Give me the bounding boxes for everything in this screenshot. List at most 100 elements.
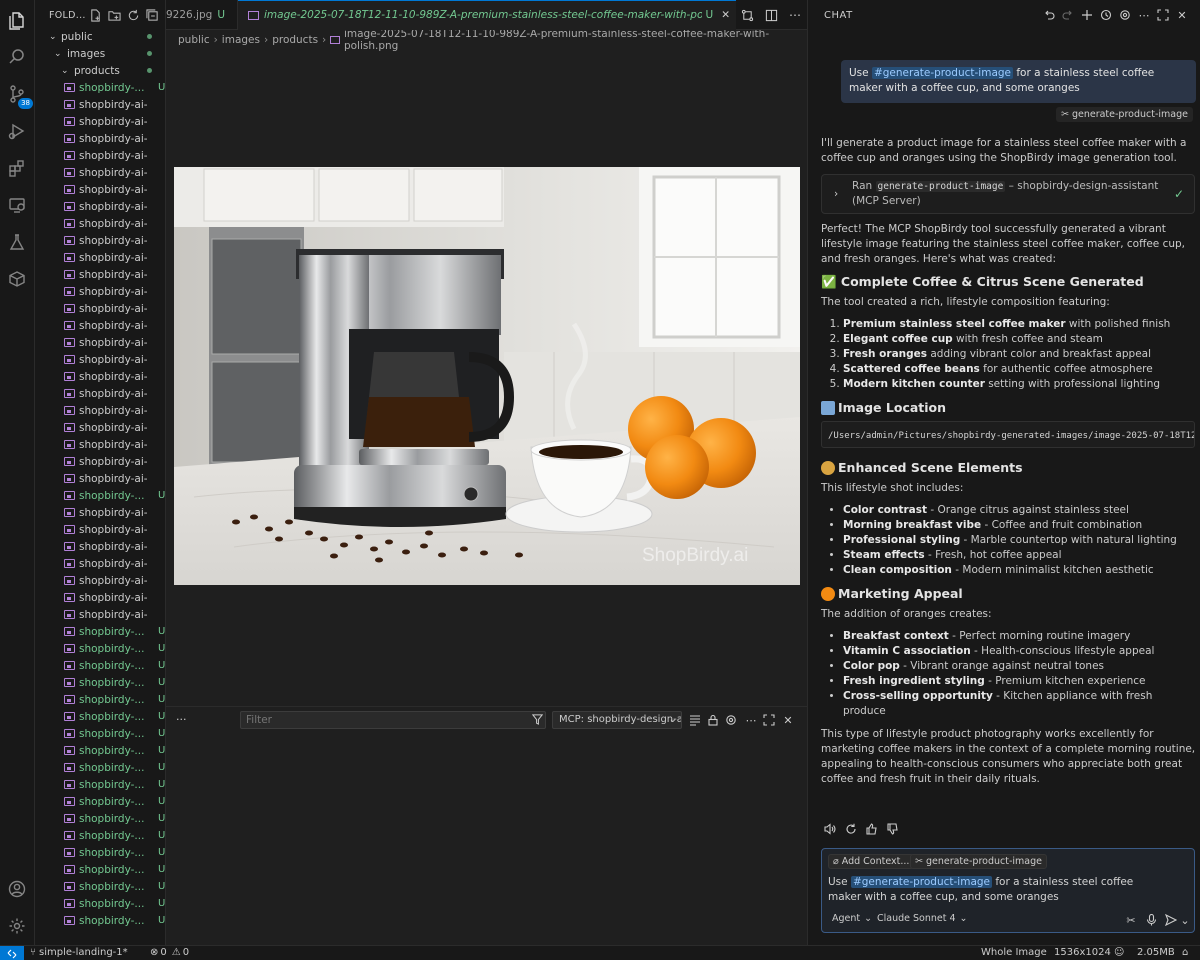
refresh-icon[interactable] <box>125 7 141 23</box>
redo-icon[interactable] <box>1060 7 1076 23</box>
lock-icon[interactable] <box>706 713 720 727</box>
folder-public[interactable]: ⌄ public <box>35 28 165 45</box>
file-item[interactable]: shopbirdy-ai-pr... <box>35 538 165 555</box>
file-item[interactable]: shopbirdy-... U <box>35 623 165 640</box>
file-item[interactable]: shopbirdy-ai-pr... <box>35 521 165 538</box>
tab-active-image[interactable]: image-2025-07-18T12-11-10-989Z-A-premium… <box>238 0 736 30</box>
gear-icon[interactable] <box>1117 7 1133 23</box>
tab-previous-image[interactable]: 9226.jpg U <box>166 0 238 30</box>
file-item[interactable]: shopbirdy-... U <box>35 810 165 827</box>
more-actions-icon[interactable]: ⋯ <box>744 713 758 727</box>
file-item[interactable]: shopbirdy-ai-pr... <box>35 215 165 232</box>
tool-reference[interactable]: #generate-product-image <box>871 67 1014 79</box>
filter-input[interactable] <box>240 711 546 729</box>
containers-icon[interactable] <box>5 267 29 291</box>
breadcrumb-item[interactable]: public <box>178 34 210 46</box>
extensions-icon[interactable] <box>5 156 29 180</box>
breadcrumb-item[interactable]: images <box>222 34 260 46</box>
run-debug-icon[interactable] <box>5 119 29 143</box>
file-item[interactable]: shopbirdy-... U <box>35 844 165 861</box>
file-item[interactable]: shopbirdy-... U <box>35 640 165 657</box>
file-item[interactable]: shopbirdy-... U <box>35 759 165 776</box>
new-chat-icon[interactable] <box>1079 7 1095 23</box>
folder-images[interactable]: ⌄ images <box>35 45 165 62</box>
speaker-icon[interactable] <box>823 822 837 836</box>
file-item[interactable]: shopbirdy-... U <box>35 895 165 912</box>
collapse-all-icon[interactable] <box>144 7 160 23</box>
close-icon[interactable]: ✕ <box>721 9 730 21</box>
file-item[interactable]: shopbirdy-ai-pr... <box>35 606 165 623</box>
thumbs-up-icon[interactable] <box>865 822 879 836</box>
file-item[interactable]: shopbirdy-ai-pr... <box>35 113 165 130</box>
file-item[interactable]: shopbirdy-... U <box>35 742 165 759</box>
close-icon[interactable]: ✕ <box>781 713 795 727</box>
file-item[interactable]: shopbirdy-ai-pr... <box>35 402 165 419</box>
chat-input-box[interactable]: ⌀ Add Context... ✂ generate-product-imag… <box>821 848 1195 933</box>
testing-icon[interactable] <box>5 230 29 254</box>
file-item[interactable]: shopbirdy-ai-pr... <box>35 164 165 181</box>
remote-explorer-icon[interactable] <box>5 193 29 217</box>
file-item[interactable]: shopbirdy-ai-pr... <box>35 300 165 317</box>
more-actions-icon[interactable]: ⋯ <box>1136 7 1152 23</box>
file-item[interactable]: shopbirdy-ai-pr... <box>35 96 165 113</box>
file-item[interactable]: shopbirdy-... U <box>35 827 165 844</box>
filter-icon[interactable] <box>532 714 543 725</box>
more-icon[interactable]: ··· <box>176 713 187 726</box>
file-item[interactable]: shopbirdy-ai-pr... <box>35 453 165 470</box>
source-control-icon[interactable]: 38 <box>5 82 33 109</box>
split-editor-icon[interactable] <box>763 7 779 23</box>
undo-icon[interactable] <box>1041 7 1057 23</box>
file-item[interactable]: shopbirdy-ai-pr... <box>35 147 165 164</box>
explorer-icon[interactable] <box>5 8 29 32</box>
mode-select[interactable]: Agent ⌄ <box>832 913 872 924</box>
breadcrumb-item[interactable]: image-2025-07-18T12-11-10-989Z-A-premium… <box>344 28 807 52</box>
history-icon[interactable] <box>1098 7 1114 23</box>
file-item[interactable]: shopbirdy-ai-pr... <box>35 572 165 589</box>
file-item[interactable]: shopbirdy-ai-pr... <box>35 317 165 334</box>
file-item[interactable]: shopbirdy-... U <box>35 878 165 895</box>
remote-icon[interactable] <box>0 946 24 960</box>
file-item[interactable]: shopbirdy-ai-pr... <box>35 589 165 606</box>
file-item[interactable]: shopbirdy-ai-pr... <box>35 334 165 351</box>
file-item[interactable]: shopbirdy-ai-pr... <box>35 181 165 198</box>
copilot-icon[interactable]: ☺ <box>1114 947 1124 959</box>
gear-icon[interactable] <box>5 914 29 938</box>
compare-changes-icon[interactable] <box>739 7 755 23</box>
output-channel-select[interactable]: MCP: shopbirdy-design-as ⌄ <box>552 711 682 729</box>
zoom-mode[interactable]: Whole Image <box>981 947 1047 959</box>
file-item[interactable]: shopbirdy-ai-pr... <box>35 368 165 385</box>
file-item[interactable]: shopbirdy-ai-pr... <box>35 249 165 266</box>
file-item[interactable]: shopbirdy-... U <box>35 487 165 504</box>
file-item[interactable]: shopbirdy-... U <box>35 912 165 929</box>
file-item[interactable]: shopbirdy-... U <box>35 674 165 691</box>
file-item[interactable]: shopbirdy-ai-pr... <box>35 504 165 521</box>
file-item[interactable]: shopbirdy-... U <box>35 861 165 878</box>
tools-icon[interactable]: ✂ <box>1124 913 1138 927</box>
model-select[interactable]: Claude Sonnet 4 ⌄ <box>877 913 968 924</box>
tool-reference[interactable]: #generate-product-image <box>850 876 993 888</box>
notifications-icon[interactable]: ⌂ <box>1182 947 1188 959</box>
file-item[interactable]: shopbirdy-... U <box>35 725 165 742</box>
file-item[interactable]: shopbirdy-... U <box>35 657 165 674</box>
file-item[interactable]: shopbirdy-... U <box>35 776 165 793</box>
more-actions-icon[interactable]: ⋯ <box>787 7 803 23</box>
file-item[interactable]: shopbirdy-ai-pr... <box>35 283 165 300</box>
file-item[interactable]: shopbirdy-ai-pr... <box>35 130 165 147</box>
file-item[interactable]: shopbirdy-ai-pr... <box>35 385 165 402</box>
breadcrumb-item[interactable]: products <box>272 34 318 46</box>
chevron-down-icon[interactable]: ⌄ <box>1178 913 1192 927</box>
file-item[interactable]: shopbirdy-... U <box>35 793 165 810</box>
send-icon[interactable] <box>1164 913 1178 927</box>
file-item[interactable]: shopbirdy-ai-pr... <box>35 555 165 572</box>
user-tool-chip[interactable]: ✂ generate-product-image <box>1056 107 1193 122</box>
search-icon[interactable] <box>5 45 29 69</box>
retry-icon[interactable] <box>844 822 858 836</box>
file-item[interactable]: shopbirdy-ai-pr... <box>35 351 165 368</box>
file-item[interactable]: shopbirdy-ai-pr... <box>35 232 165 249</box>
account-icon[interactable] <box>5 877 29 901</box>
gear-icon[interactable] <box>724 713 738 727</box>
word-wrap-icon[interactable] <box>688 713 702 727</box>
new-folder-icon[interactable] <box>106 7 122 23</box>
file-item[interactable]: shopbirdy-... U <box>35 691 165 708</box>
microphone-icon[interactable] <box>1144 913 1158 927</box>
